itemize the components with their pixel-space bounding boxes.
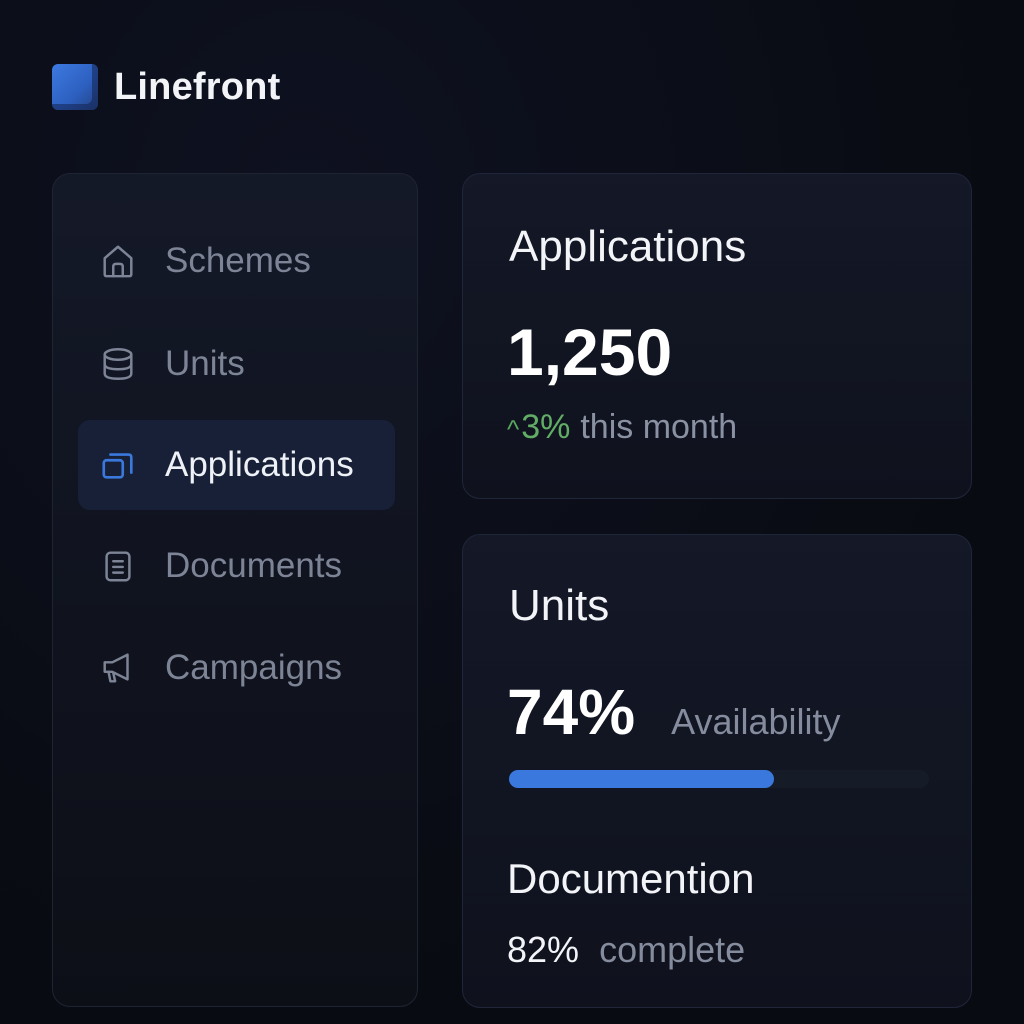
availability-progress-bar <box>509 770 929 788</box>
applications-card: Applications 1,250 ^ 3% this month <box>462 173 972 499</box>
card-title: Applications <box>509 222 747 271</box>
applications-icon <box>98 445 138 485</box>
units-percentage: 74% <box>507 676 636 748</box>
brand-header: Linefront <box>52 64 280 110</box>
sidebar-item-schemes[interactable]: Schemes <box>78 216 395 306</box>
sidebar-item-documents[interactable]: Documents <box>78 521 395 611</box>
documentation-title: Documention <box>507 855 755 902</box>
sidebar-item-label: Units <box>165 344 245 383</box>
dashboard-page: Linefront Schemes Units Applications Doc… <box>0 0 1024 1024</box>
documentation-percentage: 82% <box>507 929 580 970</box>
sidebar-item-label: Campaigns <box>165 648 343 687</box>
sidebar: Schemes Units Applications Documents Cam… <box>52 173 418 1007</box>
home-icon <box>98 241 138 281</box>
sidebar-item-applications[interactable]: Applications <box>78 420 395 510</box>
megaphone-icon <box>98 648 138 688</box>
trend-indicator: ^ 3% this month <box>507 408 737 447</box>
documentation-label: complete <box>599 929 746 970</box>
sidebar-item-label: Schemes <box>165 241 311 280</box>
applications-count: 1,250 <box>507 315 673 389</box>
trend-up-icon: ^ <box>507 414 520 444</box>
database-icon <box>98 344 138 384</box>
units-card: Units 74% Availability Documention 82% c… <box>462 534 972 1008</box>
progress-fill <box>509 770 774 788</box>
documentation-stat: 82% complete <box>507 929 745 971</box>
units-stat: 74% Availability <box>507 675 841 749</box>
units-label: Availability <box>671 701 841 742</box>
sidebar-item-campaigns[interactable]: Campaigns <box>78 623 395 713</box>
brand-name: Linefront <box>114 65 281 108</box>
sidebar-item-label: Applications <box>165 445 354 484</box>
brand-logo <box>52 64 98 110</box>
card-title: Units <box>509 581 610 630</box>
sidebar-item-label: Documents <box>165 546 343 585</box>
trend-text: this month <box>580 408 738 446</box>
sidebar-item-units[interactable]: Units <box>78 319 395 409</box>
trend-value: 3% <box>521 408 571 446</box>
document-icon <box>98 546 138 586</box>
